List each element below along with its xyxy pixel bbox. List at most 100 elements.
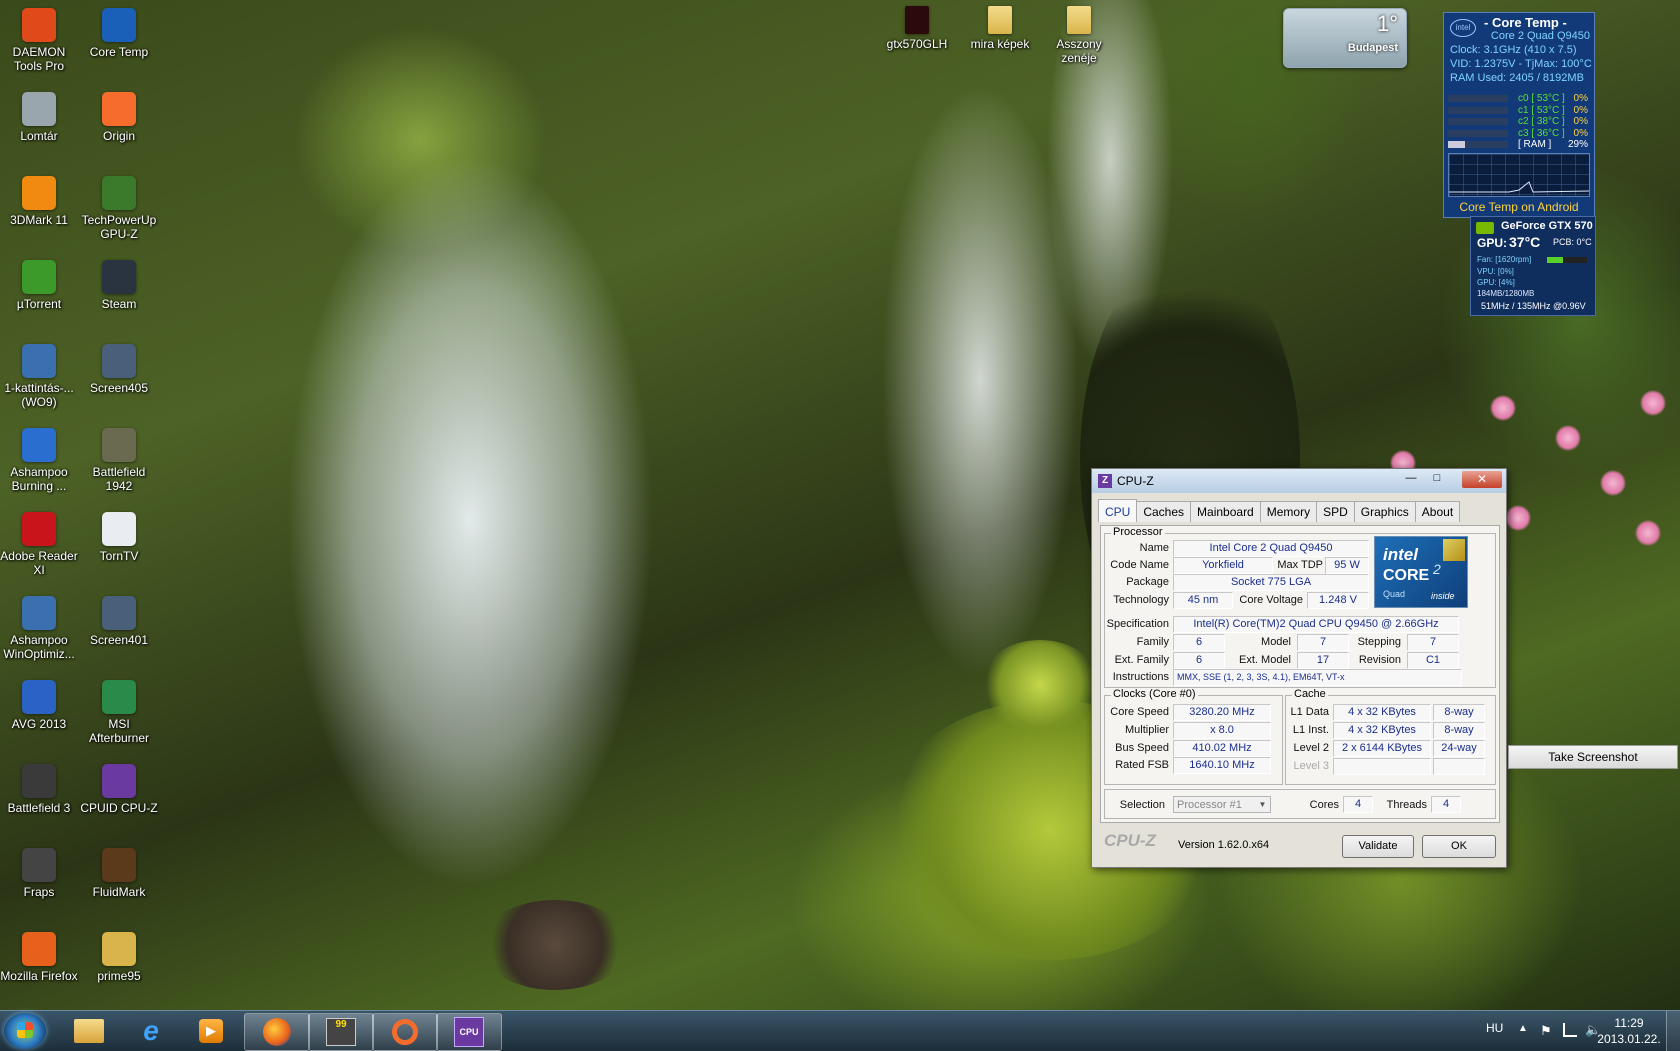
- desktop-icon[interactable]: Steam: [80, 260, 158, 311]
- cache-row-size: 2 x 6144 KBytes: [1333, 740, 1431, 757]
- taskbar-origin-button[interactable]: [372, 1013, 438, 1051]
- taskbar-ie-button[interactable]: e: [122, 1013, 180, 1049]
- gpu-gadget[interactable]: GeForce GTX 570 GPU: 37°C PCB: 0°C Fan: …: [1470, 216, 1596, 316]
- taskbar-firefox-button[interactable]: [244, 1013, 310, 1051]
- core-temp-bar: [1448, 95, 1508, 102]
- network-icon[interactable]: [1563, 1023, 1577, 1037]
- desktop-icon[interactable]: Fraps: [0, 848, 78, 899]
- family-value: 6: [1173, 634, 1225, 651]
- take-screenshot-button[interactable]: Take Screenshot: [1508, 745, 1678, 769]
- multiplier-label: Multiplier: [1124, 724, 1169, 736]
- taskbar-media-player-button[interactable]: ▶: [182, 1013, 240, 1049]
- desktop-icon[interactable]: Battlefield 1942: [80, 428, 158, 493]
- action-center-flag-icon[interactable]: ⚑: [1540, 1023, 1552, 1039]
- tab-graphics[interactable]: Graphics: [1353, 501, 1416, 522]
- tab-spd[interactable]: SPD: [1316, 501, 1355, 522]
- desktop-icon[interactable]: prime95: [80, 932, 158, 983]
- weather-gadget[interactable]: 1° Budapest: [1283, 8, 1407, 68]
- desktop-icon[interactable]: mira képek: [961, 6, 1039, 51]
- cache-group-title: Cache: [1292, 688, 1328, 700]
- cpuz-window[interactable]: Z CPU-Z — □ ✕ CPU Caches Mainboard Memory SP…: [1091, 468, 1507, 868]
- desktop-icon[interactable]: Origin: [80, 92, 158, 143]
- gpu-load: GPU: [4%]: [1477, 278, 1515, 287]
- desktop-icon[interactable]: Asszony zenéje: [1040, 6, 1118, 65]
- desktop-icon[interactable]: Mozilla Firefox: [0, 932, 78, 983]
- desktop-icon[interactable]: TechPowerUp GPU-Z: [80, 176, 158, 241]
- desktop-icon[interactable]: Battlefield 3: [0, 764, 78, 815]
- cpuz-titlebar[interactable]: Z CPU-Z — □ ✕: [1092, 469, 1506, 493]
- desktop-icon[interactable]: 3DMark 11: [0, 176, 78, 227]
- core-temp-gadget[interactable]: intel - Core Temp - Core 2 Quad Q9450 Cl…: [1443, 12, 1595, 218]
- tab-about[interactable]: About: [1414, 501, 1461, 522]
- core-temp-ram: RAM Used: 2405 / 8192MB: [1450, 72, 1584, 84]
- desktop-icon[interactable]: gtx570GLH: [878, 6, 956, 51]
- clock-time[interactable]: 11:29: [1596, 1016, 1662, 1030]
- desktop-icon[interactable]: Screen401: [80, 596, 158, 647]
- tab-memory[interactable]: Memory: [1259, 501, 1318, 522]
- intel-logo-icon: intel: [1450, 19, 1476, 37]
- start-button[interactable]: [4, 1013, 46, 1049]
- 3dmark-icon: [22, 176, 56, 210]
- desktop-icon-label: MSI Afterburner: [88, 717, 150, 745]
- desktop-icon[interactable]: µTorrent: [0, 260, 78, 311]
- validate-button[interactable]: Validate: [1342, 835, 1414, 858]
- cache-row-way: [1433, 758, 1485, 775]
- cpuz-title: CPU-Z: [1117, 474, 1154, 488]
- tab-caches[interactable]: Caches: [1136, 501, 1192, 522]
- desktop-icon-label: Screen405: [89, 381, 149, 395]
- intel-logo-corner: [1443, 539, 1465, 561]
- desktop-icon[interactable]: Core Temp: [80, 8, 158, 59]
- desktop-icon[interactable]: 1-kattintás-... (WO9): [0, 344, 78, 409]
- desktop-icon[interactable]: Ashampoo Burning ...: [0, 428, 78, 493]
- msi-afterburner-icon: [102, 680, 136, 714]
- desktop-icon[interactable]: FluidMark: [80, 848, 158, 899]
- corespeed-value: 3280.20 MHz: [1173, 704, 1271, 721]
- minimize-button[interactable]: —: [1400, 472, 1422, 488]
- ok-button[interactable]: OK: [1422, 835, 1496, 858]
- show-desktop-button[interactable]: [1666, 1011, 1680, 1051]
- desktop-icon[interactable]: Screen405: [80, 344, 158, 395]
- model-value: 7: [1297, 634, 1349, 651]
- tab-mainboard[interactable]: Mainboard: [1190, 501, 1261, 522]
- tab-cpu[interactable]: CPU: [1098, 499, 1138, 522]
- desktop-icon[interactable]: DAEMON Tools Pro: [0, 8, 78, 73]
- revision-label: Revision: [1358, 654, 1401, 666]
- desktop-icon[interactable]: MSI Afterburner: [80, 680, 158, 745]
- language-indicator[interactable]: HU: [1486, 1021, 1503, 1035]
- core-temp-bar: [1448, 141, 1508, 148]
- desktop-icon-label: gtx570GLH: [886, 37, 948, 51]
- cpuz-version: Version 1.62.0.x64: [1178, 839, 1270, 851]
- desktop-icon-label: µTorrent: [16, 297, 62, 311]
- desktop-icon-label: prime95: [97, 969, 141, 983]
- desktop-icon[interactable]: TornTV: [80, 512, 158, 563]
- ratedfsb-label: Rated FSB: [1115, 759, 1169, 771]
- fraps-icon: [22, 848, 56, 882]
- desktop-icon[interactable]: Ashampoo WinOptimiz...: [0, 596, 78, 661]
- desktop-icon[interactable]: CPUID CPU-Z: [80, 764, 158, 815]
- cache-row-size: 4 x 32 KBytes: [1333, 704, 1431, 721]
- processor-select-value: Processor #1: [1177, 799, 1242, 811]
- taskbar-cpuz-button[interactable]: CPU: [436, 1013, 502, 1051]
- taskbar-explorer-button[interactable]: [60, 1013, 118, 1049]
- processor-select[interactable]: Processor #1 ▼: [1173, 796, 1271, 813]
- desktop-icon-label: AVG 2013: [11, 717, 67, 731]
- core-temp-footer[interactable]: Core Temp on Android: [1444, 200, 1594, 214]
- desktop-icon-label: Screen401: [89, 633, 149, 647]
- desktop-icon-label: 3DMark 11: [10, 213, 68, 227]
- cpuz-icon: CPU: [454, 1017, 484, 1047]
- desktop-icon[interactable]: AVG 2013: [0, 680, 78, 731]
- clock-date[interactable]: 2013.01.22.: [1596, 1032, 1662, 1046]
- intel-inside-text: inside: [1431, 591, 1455, 601]
- tray-up-arrow-icon[interactable]: ▲: [1518, 1023, 1528, 1034]
- core-temp-title: - Core Temp -: [1484, 15, 1567, 30]
- adobe-reader-icon: [22, 512, 56, 546]
- taskbar-fraps-button[interactable]: 99: [308, 1013, 374, 1051]
- maximize-button[interactable]: □: [1426, 472, 1448, 488]
- daemon-tools-icon: [22, 8, 56, 42]
- desktop-icon-label: TornTV: [99, 549, 139, 563]
- desktop-icon[interactable]: Adobe Reader XI: [0, 512, 78, 577]
- close-button[interactable]: ✕: [1462, 471, 1502, 488]
- folder-icon: [102, 932, 136, 966]
- chevron-down-icon[interactable]: ▼: [1256, 798, 1269, 811]
- desktop-icon[interactable]: Lomtár: [0, 92, 78, 143]
